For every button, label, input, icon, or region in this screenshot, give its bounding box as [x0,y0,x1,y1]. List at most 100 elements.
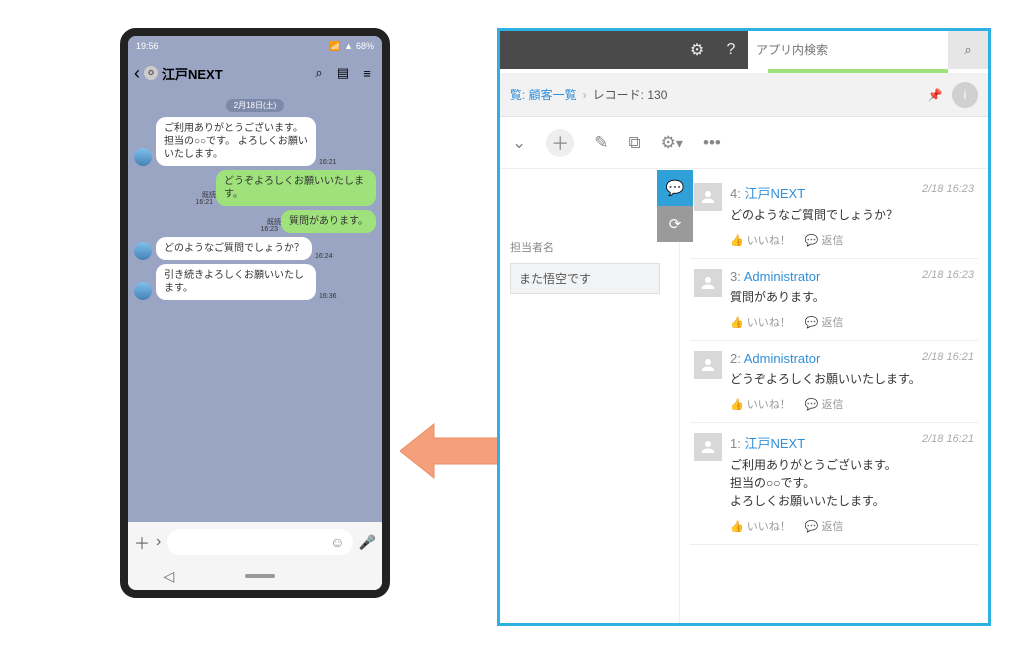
comment-date: 2/18 16:21 [922,433,974,445]
gear-dropdown-icon[interactable]: ⚙︎▾ [661,133,683,153]
message-row[interactable]: どのようなご質問でしょうか？16:24 [134,237,376,260]
like-button[interactable]: 👍 いいね！ [730,396,791,412]
comment-author[interactable]: 江戸NEXT [744,186,805,201]
comment-date: 2/18 16:21 [922,351,974,363]
reply-button[interactable]: 💬 返信 [805,396,844,412]
comment-body: どのようなご質問でしょうか？ [730,206,974,224]
comment-number: 4: [730,186,744,201]
attach-icon[interactable]: ＋ [134,530,150,554]
message-row[interactable]: 既読16:23質問があります。 [134,210,376,233]
search-button[interactable]: ⌕ [948,31,988,69]
record-label: レコード: 130 [593,86,668,103]
comment: 2/18 16:21 1: 江戸NEXT ご利用ありがとうございます。 担当の○○で… [690,423,978,545]
panel-toolbar: ⌄ ＋ ✎ ⧉ ⚙︎▾ ••• [500,117,988,169]
comment-author[interactable]: Administrator [744,269,821,284]
info-icon[interactable]: i [952,82,978,108]
chevron-right-icon: › [583,88,587,102]
help-icon[interactable]: ? [714,31,748,69]
chevron-down-icon[interactable]: ⌄ [512,133,526,153]
message-time: 16:21 [195,199,213,206]
avatar [134,148,152,166]
like-button[interactable]: 👍 いいね！ [730,232,791,248]
read-mark: 既読 [267,219,281,226]
message-input[interactable]: ☺ [167,529,352,555]
field-value[interactable]: また悟空です [510,263,660,294]
comment-body: 質問があります。 [730,288,974,306]
avatar [694,433,722,461]
like-button[interactable]: 👍 いいね！ [730,518,791,534]
menu-icon[interactable]: ≡ [358,66,376,81]
settings-icon[interactable]: ⚙ [680,31,714,69]
reply-button[interactable]: 💬 返信 [805,232,844,248]
comment-list[interactable]: 2/18 16:23 4: 江戸NEXT どのようなご質問でしょうか？ 👍 いいね！ 💬… [680,169,988,623]
message-row[interactable]: ご利用ありがとうございます。 担当の○○です。 よろしくお願いいたします。16:… [134,117,376,166]
verified-icon: ✪ [144,66,158,80]
phone-screen: 19:56 📶 ▲ 68% ‹ ✪ 江戸NEXT ⌕ ▤ ≡ 2月18日(土) … [128,36,382,590]
comment-body: どうぞよろしくお願いいたします。 [730,370,974,388]
status-bar: 19:56 📶 ▲ 68% [128,36,382,56]
message-row[interactable]: 既読16:21どうぞよろしくお願いいたします。 [134,170,376,206]
avatar [134,242,152,260]
comment-date: 2/18 16:23 [922,183,974,195]
comment: 2/18 16:23 3: Administrator 質問があります。 👍 いいね！… [690,259,978,341]
message-time: 16:21 [319,159,337,166]
breadcrumb-bar: 覧: 顧客一覧 › レコード: 130 📌 i [500,73,988,117]
comment: 2/18 16:21 2: Administrator どうぞよろしくお願いいたしま… [690,341,978,423]
search-icon[interactable]: ⌕ [310,65,328,81]
field-label: 担当者名 [510,239,669,255]
reply-button[interactable]: 💬 返信 [805,518,844,534]
avatar [134,282,152,300]
date-chip: 2月18日(土) [134,100,376,111]
comment-number: 2: [730,351,744,366]
read-mark: 既読 [202,192,216,199]
avatar [694,351,722,379]
message-bubble: どうぞよろしくお願いいたします。 [216,170,376,206]
refresh-icon[interactable]: ⟳ [657,206,693,242]
comment-number: 3: [730,269,744,284]
message-time: 16:36 [319,293,337,300]
app-panel: ⚙ ? ⌕ 覧: 顧客一覧 › レコード: 130 📌 i ⌄ ＋ ✎ ⧉ ⚙︎… [497,28,991,626]
expand-icon[interactable]: › [156,533,161,551]
reply-button[interactable]: 💬 返信 [805,314,844,330]
android-navbar: ◁ [128,562,382,590]
message-time: 16:23 [260,226,278,233]
comment-toggle-icon[interactable]: 💬 [657,170,693,206]
message-row[interactable]: 引き続きよろしくお願いいたします。16:36 [134,264,376,300]
breadcrumb-link[interactable]: 覧: 顧客一覧 [510,86,577,103]
chat-title: 江戸NEXT [162,64,304,83]
avatar [694,269,722,297]
message-bubble: どのようなご質問でしょうか？ [156,237,312,260]
comment-author[interactable]: Administrator [744,351,821,366]
emoji-icon[interactable]: ☺ [330,534,344,550]
comment-author[interactable]: 江戸NEXT [744,436,805,451]
more-icon[interactable]: ••• [703,133,721,153]
mic-icon[interactable]: 🎤 [359,534,376,551]
message-bubble: ご利用ありがとうございます。 担当の○○です。 よろしくお願いいたします。 [156,117,316,166]
comment-number: 1: [730,436,744,451]
search-box[interactable] [748,31,948,69]
avatar [694,183,722,211]
comment-date: 2/18 16:23 [922,269,974,281]
message-bubble: 引き続きよろしくお願いいたします。 [156,264,316,300]
message-time: 16:24 [315,253,333,260]
panel-left: 担当者名 また悟空です [500,169,680,623]
status-time: 19:56 [136,41,159,51]
signal-icon: 📶 [330,41,341,52]
like-button[interactable]: 👍 いいね！ [730,314,791,330]
pin-icon[interactable]: 📌 [922,82,948,108]
nav-back-icon[interactable]: ◁ [164,568,175,585]
message-bubble: 質問があります。 [281,210,376,233]
back-icon[interactable]: ‹ [134,63,140,84]
phone-frame: 19:56 📶 ▲ 68% ‹ ✪ 江戸NEXT ⌕ ▤ ≡ 2月18日(土) … [120,28,390,598]
chat-body[interactable]: 2月18日(土) ご利用ありがとうございます。 担当の○○です。 よろしくお願い… [128,90,382,522]
add-button[interactable]: ＋ [546,129,574,157]
comment: 2/18 16:23 4: 江戸NEXT どのようなご質問でしょうか？ 👍 いいね！ 💬… [690,173,978,259]
comment-body: ご利用ありがとうございます。 担当の○○です。 よろしくお願いいたします。 [730,456,974,510]
copy-icon[interactable]: ⧉ [629,133,641,153]
side-buttons: 💬 ⟳ [657,170,693,242]
edit-icon[interactable]: ✎ [594,133,608,153]
nav-home-icon[interactable] [245,574,275,578]
search-input[interactable] [756,43,940,57]
notes-icon[interactable]: ▤ [334,65,352,81]
chat-header: ‹ ✪ 江戸NEXT ⌕ ▤ ≡ [128,56,382,90]
